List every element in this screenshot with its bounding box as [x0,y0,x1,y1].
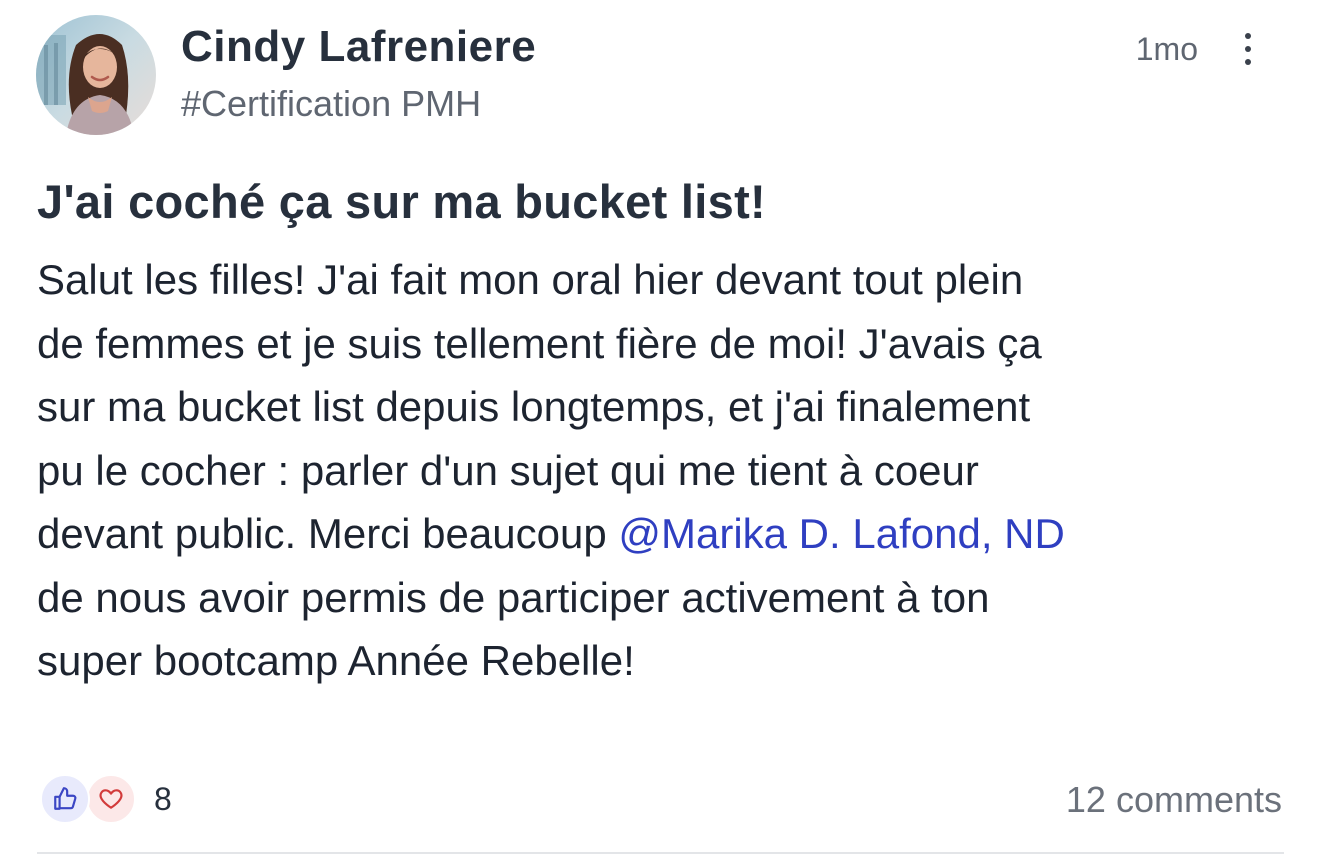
body-line: super bootcamp Année Rebelle! [37,637,635,684]
menu-dot [1245,33,1251,39]
comments-count-link[interactable]: 12 comments [1066,778,1282,822]
menu-dot [1245,46,1251,52]
divider [37,852,1284,854]
avatar-photo [36,15,156,135]
body-text: devant public. Merci beaucoup [37,510,619,557]
avatar[interactable] [36,15,156,135]
user-mention-link[interactable]: @Marika D. Lafond, ND [618,510,1064,557]
post-timestamp: 1mo [1135,31,1198,67]
post-body: Salut les filles! J'ai fait mon oral hie… [37,248,1287,693]
body-line-with-mention: devant public. Merci beaucoup @Marika D.… [37,502,1287,566]
space-tag[interactable]: #Certification PMH [181,82,481,126]
reactions-bar[interactable]: 8 [40,774,172,824]
heart-icon[interactable] [86,774,136,824]
body-line: de nous avoir permis de participer activ… [37,573,990,621]
reaction-count[interactable]: 8 [154,774,172,824]
body-line: Salut les filles! J'ai fait mon oral hie… [37,256,1024,303]
post-title: J'ai coché ça sur ma bucket list! [37,175,766,228]
thumbs-up-icon[interactable] [40,774,90,824]
more-options-icon[interactable] [1230,24,1266,74]
author-name[interactable]: Cindy Lafreniere [181,20,536,74]
body-line: pu le cocher : parler d'un sujet qui me … [37,446,979,494]
body-line: sur ma bucket list depuis longtemps, et … [37,383,1031,430]
menu-dot [1245,59,1251,65]
community-post: Cindy Lafreniere #Certification PMH 1mo … [0,0,1320,857]
body-line: de femmes et je suis tellement fière de … [37,319,1042,367]
